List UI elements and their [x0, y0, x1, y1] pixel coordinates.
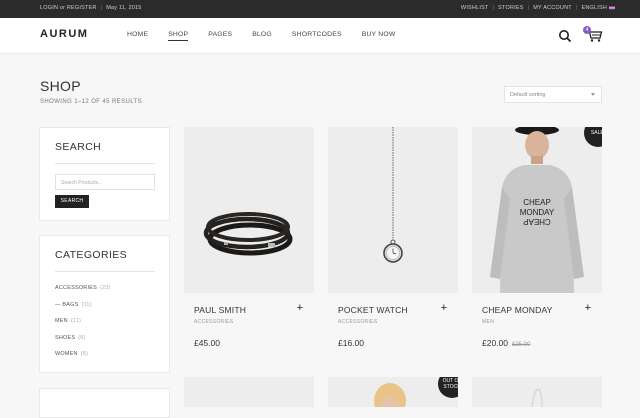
product-category[interactable]: MEN	[482, 319, 494, 325]
wishlist-link[interactable]: WISHLIST	[461, 5, 489, 11]
category-label: WOMEN	[55, 351, 78, 357]
product-image[interactable]: CHEAP MONDAY CHEAP SALE!	[472, 127, 602, 293]
pocket-watch-image	[383, 127, 403, 263]
login-register-link[interactable]: LOGIN or REGISTER	[40, 5, 97, 11]
site-logo[interactable]: AURUM	[40, 28, 88, 40]
old-price: £35.00	[512, 342, 531, 348]
nav-pages[interactable]: PAGES	[208, 31, 232, 41]
category-item[interactable]: ACCESSORIES (23)	[55, 285, 111, 302]
category-label: ACCESSORIES	[55, 285, 97, 291]
price-value: £20.00	[482, 338, 508, 348]
page-title: SHOP	[40, 78, 81, 94]
sweater-print-line: CHEAP	[523, 198, 551, 207]
product-card[interactable]: PAUL SMITH + ACCESSORIES £45.00	[184, 127, 314, 348]
widget-title: SEARCH	[55, 141, 102, 153]
sort-select[interactable]: Default sorting	[504, 86, 602, 103]
nav-shortcodes[interactable]: SHORTCODES	[292, 31, 342, 41]
uk-flag-icon	[609, 5, 615, 10]
sweater-print-line: MONDAY	[520, 208, 555, 217]
sweater-print-line: CHEAP	[523, 217, 551, 226]
search-input[interactable]: Search Products...	[55, 174, 155, 190]
nav-blog[interactable]: BLOG	[252, 31, 272, 41]
nav-home[interactable]: HOME	[127, 31, 148, 41]
category-label: MEN	[55, 318, 68, 324]
product-name[interactable]: POCKET WATCH	[338, 305, 408, 315]
separator: |	[492, 5, 495, 11]
widget-title: CATEGORIES	[55, 249, 128, 261]
category-label: — BAGS	[55, 301, 79, 308]
category-label: SHOES	[55, 334, 76, 341]
product-card[interactable]	[184, 377, 314, 407]
sort-value: Default sorting	[510, 92, 546, 98]
category-list: ACCESSORIES (23) — BAGS (11) MEN (11) SHOES…	[55, 285, 111, 368]
product-card[interactable]: OUT OF STOCK	[328, 377, 458, 407]
product-price: £45.00	[194, 338, 220, 348]
product-name[interactable]: CHEAP MONDAY	[482, 305, 553, 315]
chevron-down-icon	[591, 93, 595, 96]
divider	[55, 271, 155, 272]
product-category[interactable]: ACCESSORIES	[194, 319, 233, 325]
product-card[interactable]: POCKET WATCH + ACCESSORIES £16.00	[328, 127, 458, 348]
search-icon[interactable]	[558, 29, 572, 43]
nav-buy-now[interactable]: BUY NOW	[362, 31, 396, 41]
add-to-cart-button[interactable]: +	[585, 302, 591, 314]
sidebar-widget	[39, 388, 170, 418]
product-price: £16.00	[338, 338, 364, 348]
category-count: (23)	[99, 285, 111, 291]
category-count: (6)	[78, 334, 86, 341]
language-switcher[interactable]: ENGLISH	[581, 5, 615, 11]
top-bar: LOGIN or REGISTER | May 11, 2015 WISHLIS…	[0, 0, 640, 18]
search-widget: SEARCH Search Products... SEARCH	[39, 127, 170, 221]
category-item[interactable]: MEN (11)	[55, 318, 111, 335]
site-header: AURUM HOME SHOP PAGES BLOG SHORTCODES BU…	[0, 18, 640, 54]
my-account-link[interactable]: MY ACCOUNT	[533, 5, 572, 11]
category-count: (11)	[70, 318, 82, 324]
product-name[interactable]: PAUL SMITH	[194, 305, 246, 315]
category-item[interactable]: — BAGS (11)	[55, 302, 111, 319]
search-button[interactable]: SEARCH	[55, 195, 89, 208]
category-count: (5)	[80, 351, 89, 357]
separator: |	[575, 5, 578, 11]
product-card[interactable]	[472, 377, 602, 407]
main-nav: HOME SHOP PAGES BLOG SHORTCODES BUY NOW	[127, 31, 395, 41]
bracelet-image	[203, 212, 293, 256]
product-image	[531, 388, 543, 407]
separator: |	[527, 5, 530, 11]
add-to-cart-button[interactable]: +	[297, 302, 303, 314]
stories-link[interactable]: STORIES	[498, 5, 523, 11]
category-count: (11)	[81, 301, 92, 308]
product-price: £20.00 £35.00	[482, 338, 530, 348]
category-item[interactable]: SHOES (6)	[55, 335, 111, 352]
price-value: £16.00	[338, 338, 364, 348]
separator: |	[100, 5, 103, 11]
model-sweater-image: CHEAP MONDAY CHEAP	[490, 127, 584, 293]
divider	[55, 163, 155, 164]
product-category[interactable]: ACCESSORIES	[338, 319, 377, 325]
cart-count-badge: 4	[583, 26, 591, 34]
results-count: SHOWING 1–12 OF 45 RESULTS	[40, 99, 142, 105]
date-text: May 11, 2015	[106, 5, 142, 11]
product-image[interactable]	[184, 127, 314, 293]
nav-shop[interactable]: SHOP	[168, 31, 189, 41]
price-value: £45.00	[194, 338, 220, 348]
categories-widget: CATEGORIES ACCESSORIES (23) — BAGS (11) ME…	[39, 235, 170, 373]
category-item[interactable]: WOMEN (5)	[55, 351, 111, 368]
language-label: ENGLISH	[581, 5, 607, 11]
add-to-cart-button[interactable]: +	[441, 302, 447, 314]
product-image[interactable]	[328, 127, 458, 293]
product-card[interactable]: CHEAP MONDAY CHEAP SALE! CHEAP MONDAY + …	[472, 127, 602, 348]
